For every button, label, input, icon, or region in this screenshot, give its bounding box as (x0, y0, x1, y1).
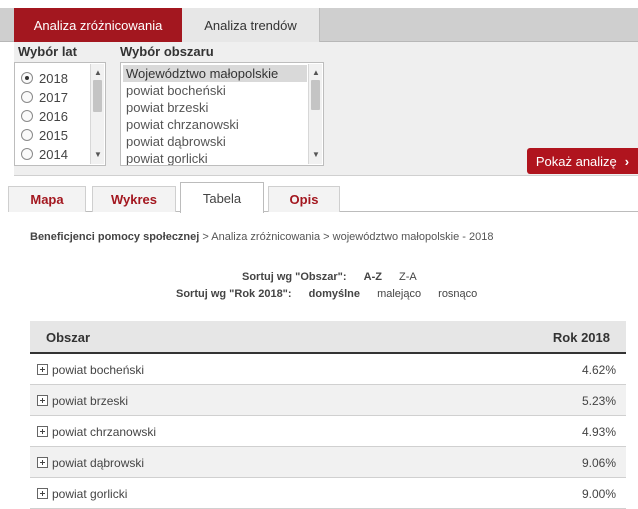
analysis-tabs: Analiza zróżnicowania Analiza trendów (0, 8, 638, 42)
row-area: powiat dąbrowski (52, 456, 145, 470)
breadcrumb-path: > Analiza zróżnicowania > województwo ma… (199, 231, 494, 243)
sort-by-area: Sortuj wg "Obszar": A-Z Z-A (242, 271, 417, 283)
area-option[interactable]: Województwo małopolskie (123, 65, 307, 82)
year-option[interactable]: 2015 (21, 126, 68, 144)
tab-analiza-zroznicowania[interactable]: Analiza zróżnicowania (14, 8, 182, 42)
tab-mapa[interactable]: Mapa (8, 186, 86, 212)
radio-icon[interactable] (21, 148, 33, 160)
area-option[interactable]: powiat dąbrowski (123, 133, 307, 150)
table-row: powiat dąbrowski 9.06% (30, 447, 626, 478)
year-label: 2014 (39, 146, 68, 162)
sort-by-year: Sortuj wg "Rok 2018": domyślne malejąco … (176, 288, 477, 300)
tab-tabela[interactable]: Tabela (180, 182, 264, 213)
year-label: 2017 (39, 89, 68, 105)
sort-za-link[interactable]: Z-A (399, 271, 417, 283)
year-option[interactable]: 2017 (21, 88, 68, 106)
year-label: 2018 (39, 70, 68, 86)
row-value: 4.62% (581, 363, 616, 377)
table-row: powiat gorlicki 9.00% (30, 478, 626, 509)
sort-area-label: Sortuj wg "Obszar": (242, 271, 347, 283)
show-analysis-button[interactable]: Pokaż analizę › (527, 148, 638, 174)
table-header: Obszar Rok 2018 (30, 321, 626, 354)
sort-asc-link[interactable]: rosnąco (438, 288, 477, 300)
view-tabs: Mapa Wykres Tabela Opis (8, 182, 638, 213)
year-label: 2016 (39, 108, 68, 124)
row-value: 4.93% (581, 425, 616, 439)
area-option[interactable]: powiat chrzanowski (123, 116, 307, 133)
expand-plus-icon[interactable] (37, 395, 48, 406)
radio-checked-icon[interactable] (21, 72, 33, 84)
scroll-down-icon[interactable]: ▼ (309, 148, 323, 162)
area-list[interactable]: Województwo małopolskie powiat bocheński… (120, 62, 324, 166)
table-row: powiat bocheński 4.62% (30, 354, 626, 385)
breadcrumb-root[interactable]: Beneficjenci pomocy społecznej (30, 231, 199, 243)
sort-year-label: Sortuj wg "Rok 2018": (176, 288, 292, 300)
year-option[interactable]: 2018 (21, 69, 68, 87)
row-area: powiat gorlicki (52, 487, 128, 501)
area-option[interactable]: powiat gorlicki (123, 150, 307, 165)
scroll-up-icon[interactable]: ▲ (309, 66, 323, 80)
column-header-year: Rok 2018 (552, 330, 610, 345)
radio-icon[interactable] (21, 129, 33, 141)
tab-opis[interactable]: Opis (268, 186, 340, 212)
scroll-thumb[interactable] (311, 80, 320, 110)
chevron-right-icon: › (624, 153, 630, 169)
table-row: powiat chrzanowski 4.93% (30, 416, 626, 447)
sort-az-link[interactable]: A-Z (364, 271, 382, 283)
breadcrumb: Beneficjenci pomocy społecznej > Analiza… (30, 231, 493, 243)
area-scrollbar[interactable]: ▲ ▼ (308, 64, 322, 164)
year-option[interactable]: 2016 (21, 107, 68, 125)
year-option[interactable]: 2014 (21, 145, 68, 163)
year-list[interactable]: 2018 2017 2016 2015 2014 ▲ ▼ (14, 62, 106, 166)
scroll-up-icon[interactable]: ▲ (91, 66, 105, 80)
expand-plus-icon[interactable] (37, 364, 48, 375)
row-area: powiat brzeski (52, 394, 129, 408)
tab-analiza-trendow[interactable]: Analiza trendów (182, 8, 320, 42)
data-table: Obszar Rok 2018 powiat bocheński 4.62% p… (30, 321, 626, 509)
row-area: powiat bocheński (52, 363, 145, 377)
area-option[interactable]: powiat bocheński (123, 82, 307, 99)
radio-icon[interactable] (21, 91, 33, 103)
sort-default-link[interactable]: domyślne (309, 288, 360, 300)
expand-plus-icon[interactable] (37, 426, 48, 437)
row-value: 9.06% (581, 456, 616, 470)
tab-wykres[interactable]: Wykres (92, 186, 176, 212)
sort-desc-link[interactable]: malejąco (377, 288, 421, 300)
show-analysis-label: Pokaż analizę (535, 153, 617, 169)
column-header-area: Obszar (46, 330, 91, 345)
area-option[interactable]: powiat brzeski (123, 99, 307, 116)
years-title: Wybór lat (18, 44, 77, 59)
row-area: powiat chrzanowski (52, 425, 157, 439)
area-title: Wybór obszaru (120, 44, 214, 59)
year-scrollbar[interactable]: ▲ ▼ (90, 64, 104, 164)
expand-plus-icon[interactable] (37, 488, 48, 499)
row-value: 5.23% (581, 394, 616, 408)
year-label: 2015 (39, 127, 68, 143)
radio-icon[interactable] (21, 110, 33, 122)
scroll-down-icon[interactable]: ▼ (91, 148, 105, 162)
row-value: 9.00% (581, 487, 616, 501)
scroll-thumb[interactable] (93, 80, 102, 112)
table-row: powiat brzeski 5.23% (30, 385, 626, 416)
expand-plus-icon[interactable] (37, 457, 48, 468)
